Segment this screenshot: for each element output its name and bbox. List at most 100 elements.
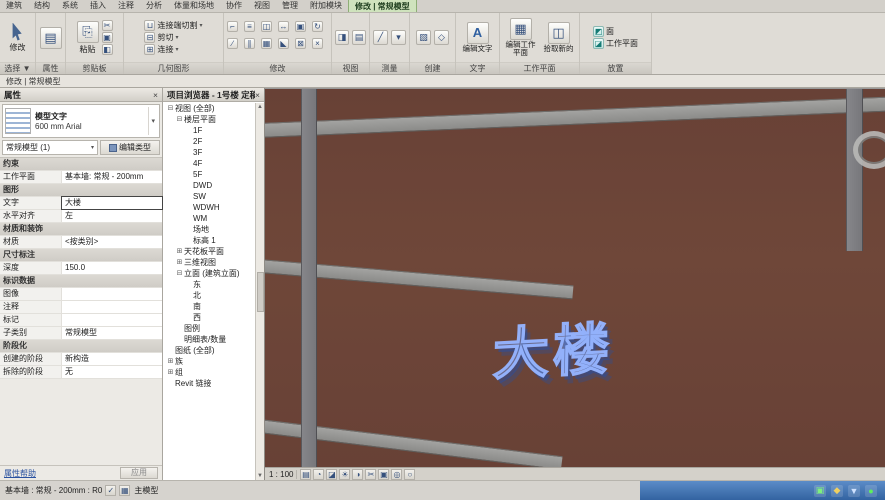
panel-label-modify[interactable]: 修改 xyxy=(224,62,331,74)
property-row[interactable]: 材质 <按类别> xyxy=(0,236,162,249)
panel-label-placement[interactable]: 放置 xyxy=(580,62,651,74)
panel-label-workplane[interactable]: 工作平面 xyxy=(500,62,579,74)
modify-tool-icon[interactable]: ∥ xyxy=(244,38,255,49)
browser-tree-item[interactable]: ⊟ 楼层平面 xyxy=(163,114,255,125)
ribbon-tab[interactable]: 修改 | 常规模型 xyxy=(348,0,417,12)
property-row[interactable]: 子类别 常规模型 xyxy=(0,327,162,340)
ribbon-tab[interactable]: 体量和场地 xyxy=(168,0,220,12)
clipboard-tool-icon[interactable]: ✂ xyxy=(102,20,113,31)
status-indicator-icon[interactable]: ● xyxy=(865,485,877,497)
panel-label-geometry[interactable]: 几何图形 xyxy=(124,62,223,74)
tree-expander-icon[interactable]: ⊞ xyxy=(175,246,184,257)
geometry-tool[interactable]: ⊔ 连接端切割 ▾ xyxy=(144,20,202,31)
browser-tree-item[interactable]: ⊞ 天花板平面 xyxy=(163,246,255,257)
ribbon-tab[interactable]: 系统 xyxy=(56,0,84,12)
browser-tree-item[interactable]: SW xyxy=(163,191,255,202)
browser-tree-item[interactable]: ⊟ 视图 (全部) xyxy=(163,103,255,114)
panel-label-clipboard[interactable]: 剪贴板 xyxy=(66,62,123,74)
property-row[interactable]: 文字 大楼 xyxy=(0,197,162,210)
property-value[interactable] xyxy=(62,288,162,300)
element-filter-dropdown[interactable]: 常规模型 (1) ▾ xyxy=(2,140,98,155)
tree-expander-icon[interactable]: ⊞ xyxy=(166,356,175,367)
browser-tree-item[interactable]: Revit 链接 xyxy=(163,378,255,389)
status-workset-icon[interactable]: ▦ xyxy=(119,485,130,496)
property-row[interactable]: 图形 xyxy=(0,184,162,197)
apply-button[interactable]: 应用 xyxy=(120,467,158,479)
ribbon-tab[interactable]: 视图 xyxy=(248,0,276,12)
property-row[interactable]: 标记 xyxy=(0,314,162,327)
browser-tree-item[interactable]: 标高 1 xyxy=(163,235,255,246)
modify-button[interactable]: 修改 xyxy=(10,23,26,53)
property-value[interactable]: <按类别> xyxy=(62,236,162,248)
property-value[interactable] xyxy=(62,314,162,326)
browser-tree-item[interactable]: 北 xyxy=(163,290,255,301)
close-icon[interactable]: × xyxy=(255,90,260,100)
view-control-icon[interactable]: ▤ xyxy=(300,469,311,480)
ribbon-tab[interactable]: 插入 xyxy=(84,0,112,12)
wall-column-left[interactable] xyxy=(301,88,317,467)
browser-tree-item[interactable]: 西 xyxy=(163,312,255,323)
browser-tree-item[interactable]: 场地 xyxy=(163,224,255,235)
browser-tree-item[interactable]: 图纸 (全部) xyxy=(163,345,255,356)
modify-tool-icon[interactable]: × xyxy=(312,38,323,49)
panel-label-view[interactable]: 视图 xyxy=(332,62,369,74)
geometry-tool[interactable]: ⊞ 连接 ▾ xyxy=(144,44,202,55)
browser-tree-item[interactable]: ⊞ 组 xyxy=(163,367,255,378)
paste-button[interactable]: ⎘ 粘贴 xyxy=(77,21,99,55)
view-control-icon[interactable]: ☀ xyxy=(339,469,350,480)
browser-tree-item[interactable]: WM xyxy=(163,213,255,224)
property-row[interactable]: 图像 xyxy=(0,288,162,301)
scroll-down-icon[interactable]: ▼ xyxy=(257,473,263,479)
panel-label-select[interactable]: 选择 ▼ xyxy=(0,62,35,74)
property-value[interactable]: 新构造 xyxy=(62,353,162,365)
create-tool-icon[interactable]: ◇ xyxy=(434,30,449,45)
ribbon-tab[interactable]: 注释 xyxy=(112,0,140,12)
browser-tree-item[interactable]: 图例 xyxy=(163,323,255,334)
browser-tree-item[interactable]: 东 xyxy=(163,279,255,290)
property-row[interactable]: 工作平面 基本墙: 常规 - 200mm xyxy=(0,171,162,184)
view-control-icon[interactable]: ◔ xyxy=(313,469,324,480)
view-control-icon[interactable]: ▣ xyxy=(378,469,389,480)
view-tool-icon[interactable]: ▤ xyxy=(352,30,366,45)
property-row[interactable]: 标识数据 xyxy=(0,275,162,288)
browser-tree-item[interactable]: 1F xyxy=(163,125,255,136)
filter-icon[interactable]: ▼ xyxy=(848,485,860,497)
modify-tool-icon[interactable]: ⌐ xyxy=(227,21,238,32)
property-row[interactable]: 尺寸标注 xyxy=(0,249,162,262)
status-check-icon[interactable]: ✓ xyxy=(105,485,116,496)
property-row[interactable]: 创建的阶段 新构造 xyxy=(0,353,162,366)
panel-label-text[interactable]: 文字 xyxy=(456,62,499,74)
scrollbar-thumb[interactable] xyxy=(257,272,264,312)
view-control-icon[interactable]: ◪ xyxy=(326,469,337,480)
wall-beam-top[interactable] xyxy=(265,96,885,138)
browser-tree-item[interactable]: 3F xyxy=(163,147,255,158)
ribbon-tab[interactable]: 建筑 xyxy=(0,0,28,12)
ribbon-tab[interactable]: 管理 xyxy=(276,0,304,12)
modify-tool-icon[interactable]: ◫ xyxy=(261,21,272,32)
chevron-down-icon[interactable]: ▾ xyxy=(148,107,157,135)
geometry-tool[interactable]: ⊟ 剪切 ▾ xyxy=(144,32,202,43)
clipboard-tool-icon[interactable]: ◧ xyxy=(102,44,113,55)
property-row[interactable]: 水平对齐 左 xyxy=(0,210,162,223)
measure-tool-icon[interactable]: ▾ xyxy=(391,30,406,45)
modify-tool-icon[interactable]: ▦ xyxy=(261,38,272,49)
property-value[interactable] xyxy=(62,301,162,313)
property-value[interactable]: 左 xyxy=(62,210,162,222)
placement-option[interactable]: ◩ 面 xyxy=(593,26,638,37)
property-value[interactable]: 无 xyxy=(62,366,162,378)
view-control-icon[interactable]: ◑ xyxy=(352,469,363,480)
3d-viewport[interactable]: 大楼 xyxy=(265,88,885,467)
browser-tree-item[interactable]: ⊞ 族 xyxy=(163,356,255,367)
type-selector[interactable]: 模型文字 600 mm Arial ▾ xyxy=(2,104,160,138)
ribbon-tab[interactable]: 附加模块 xyxy=(304,0,348,12)
pick-new-workplane-button[interactable]: ◫ 拾取新的 xyxy=(541,22,576,53)
browser-tree-item[interactable]: 明细表/数量 xyxy=(163,334,255,345)
properties-icon[interactable]: ▤ xyxy=(40,27,62,49)
modify-tool-icon[interactable]: ◣ xyxy=(278,38,289,49)
tree-expander-icon[interactable]: ⊞ xyxy=(175,257,184,268)
browser-tree-item[interactable]: ⊟ 立面 (建筑立面) xyxy=(163,268,255,279)
browser-tree-item[interactable]: DWD xyxy=(163,180,255,191)
property-row[interactable]: 注释 xyxy=(0,301,162,314)
create-tool-icon[interactable]: ▧ xyxy=(416,30,431,45)
modify-tool-icon[interactable]: ⊠ xyxy=(295,38,306,49)
